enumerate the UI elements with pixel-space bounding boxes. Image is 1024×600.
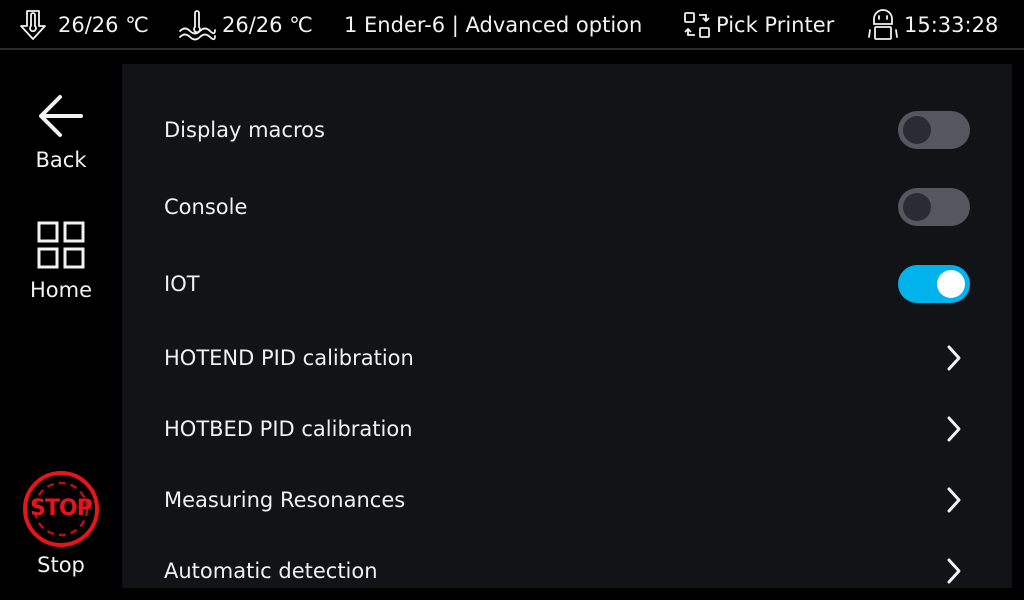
toggle-knob xyxy=(903,193,931,221)
display-macros-row[interactable]: Display macros xyxy=(122,100,1012,160)
bed-temp-value: 26/26 ℃ xyxy=(222,13,313,37)
bed-temp: 26/26 ℃ xyxy=(178,0,313,50)
pick-printer-label: Pick Printer xyxy=(716,13,835,37)
page-title: 1 Ender-6 | Advanced option xyxy=(344,13,643,37)
measuring-resonances-row[interactable]: Measuring Resonances xyxy=(122,470,1012,530)
back-button[interactable]: Back xyxy=(0,92,122,172)
toggle-knob xyxy=(937,270,965,298)
automatic-detection-label: Automatic detection xyxy=(164,559,378,583)
iot-row[interactable]: IOT xyxy=(122,254,1012,314)
chevron-right-icon xyxy=(947,558,961,584)
extruder-temp-value: 26/26 ℃ xyxy=(58,13,149,37)
iot-label: IOT xyxy=(164,272,200,296)
hotbed-pid-row[interactable]: HOTBED PID calibration xyxy=(122,399,1012,459)
clock-time: 15:33:28 xyxy=(904,13,999,37)
toggle-knob xyxy=(903,116,931,144)
pick-printer-button[interactable]: Pick Printer xyxy=(682,0,834,50)
console-row[interactable]: Console xyxy=(122,177,1012,237)
hotend-pid-label: HOTEND PID calibration xyxy=(164,346,414,370)
extruder-temp: 26/26 ℃ xyxy=(18,0,149,50)
status-bar: 26/26 ℃ 26/26 ℃ 1 Ender-6 | Advanced opt… xyxy=(0,0,1024,50)
robot-icon xyxy=(866,8,900,42)
clock: 15:33:28 xyxy=(866,0,998,50)
chevron-right-icon xyxy=(947,345,961,371)
advanced-options-list: Display macros Console IOT HOTEND PID ca… xyxy=(122,64,1012,588)
home-button[interactable]: Home xyxy=(0,220,122,302)
home-label: Home xyxy=(29,278,92,302)
iot-toggle[interactable] xyxy=(898,265,970,303)
chevron-right-icon xyxy=(947,487,961,513)
extruder-temp-icon xyxy=(18,9,48,41)
automatic-detection-row[interactable]: Automatic detection xyxy=(122,541,1012,588)
console-toggle[interactable] xyxy=(898,188,970,226)
grid-icon xyxy=(36,220,86,274)
hotend-pid-row[interactable]: HOTEND PID calibration xyxy=(122,328,1012,388)
arrow-left-icon xyxy=(36,92,86,144)
hotbed-pid-label: HOTBED PID calibration xyxy=(164,417,413,441)
stop-icon: STOP xyxy=(21,469,101,549)
sidebar: Back Home STOP Stop xyxy=(0,52,122,600)
measuring-resonances-label: Measuring Resonances xyxy=(164,488,406,512)
stop-button[interactable]: STOP Stop xyxy=(0,469,122,577)
stop-label: Stop xyxy=(37,553,85,577)
console-label: Console xyxy=(164,195,248,219)
display-macros-toggle[interactable] xyxy=(898,111,970,149)
display-macros-label: Display macros xyxy=(164,118,325,142)
back-label: Back xyxy=(35,148,87,172)
bed-temp-icon xyxy=(178,9,216,41)
stop-icon-text: STOP xyxy=(30,496,93,521)
chevron-right-icon xyxy=(947,416,961,442)
switch-printer-icon xyxy=(682,10,712,40)
